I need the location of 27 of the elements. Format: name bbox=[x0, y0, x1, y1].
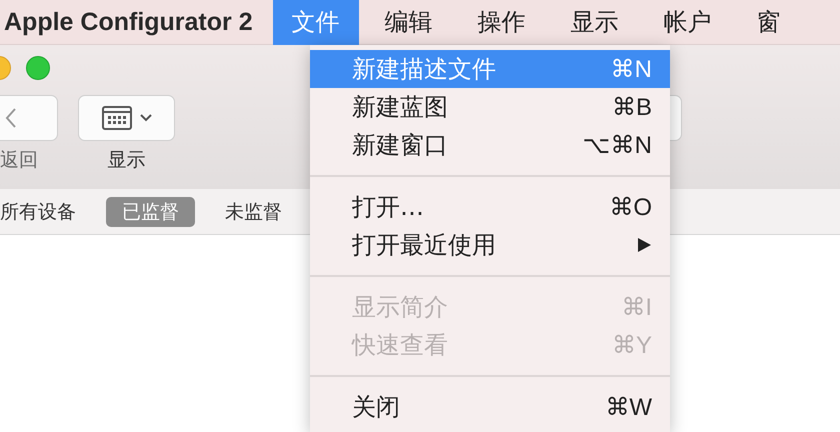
menu-bar-item[interactable]: 帐户 bbox=[644, 0, 731, 44]
filter-tab[interactable]: 所有设备 bbox=[0, 196, 92, 226]
app-name[interactable]: Apple Configurator 2 bbox=[0, 8, 273, 36]
shortcut-label: ⌘W bbox=[605, 392, 652, 422]
zoom-button[interactable] bbox=[26, 56, 50, 80]
button-label: 显示 bbox=[108, 148, 146, 173]
filter-tab[interactable]: 未监督 bbox=[209, 196, 298, 226]
shortcut-label: ⌘B bbox=[612, 92, 652, 122]
shortcut-label: ⌥⌘N bbox=[582, 130, 652, 160]
calendar-icon bbox=[102, 106, 132, 130]
menu-item[interactable]: 新建蓝图 ⌘B bbox=[310, 88, 670, 126]
chevron-left-icon bbox=[5, 107, 17, 129]
menu-item[interactable]: 关闭 ⌘W bbox=[310, 388, 670, 426]
menu-bar-item[interactable]: 显示 bbox=[552, 0, 638, 44]
menu-bar-item[interactable]: 编辑 bbox=[366, 0, 452, 44]
shortcut-label: ⌘Y bbox=[612, 330, 652, 360]
shortcut-label: ⌘N bbox=[610, 54, 652, 84]
menu-item[interactable]: 打开最近使用 bbox=[310, 226, 670, 264]
shortcut-label: ⌘I bbox=[621, 292, 652, 322]
menu-bar-item[interactable]: 操作 bbox=[458, 0, 545, 44]
shortcut-label: ⌘O bbox=[609, 192, 652, 222]
menu-bar-item[interactable]: 窗 bbox=[738, 0, 800, 44]
menu-item[interactable]: 打开… ⌘O bbox=[310, 188, 670, 226]
menu-item[interactable]: 新建窗口 ⌥⌘N bbox=[310, 126, 670, 164]
chevron-down-icon bbox=[140, 114, 152, 122]
button-label: 返回 bbox=[0, 148, 38, 173]
view-button[interactable] bbox=[78, 95, 175, 141]
